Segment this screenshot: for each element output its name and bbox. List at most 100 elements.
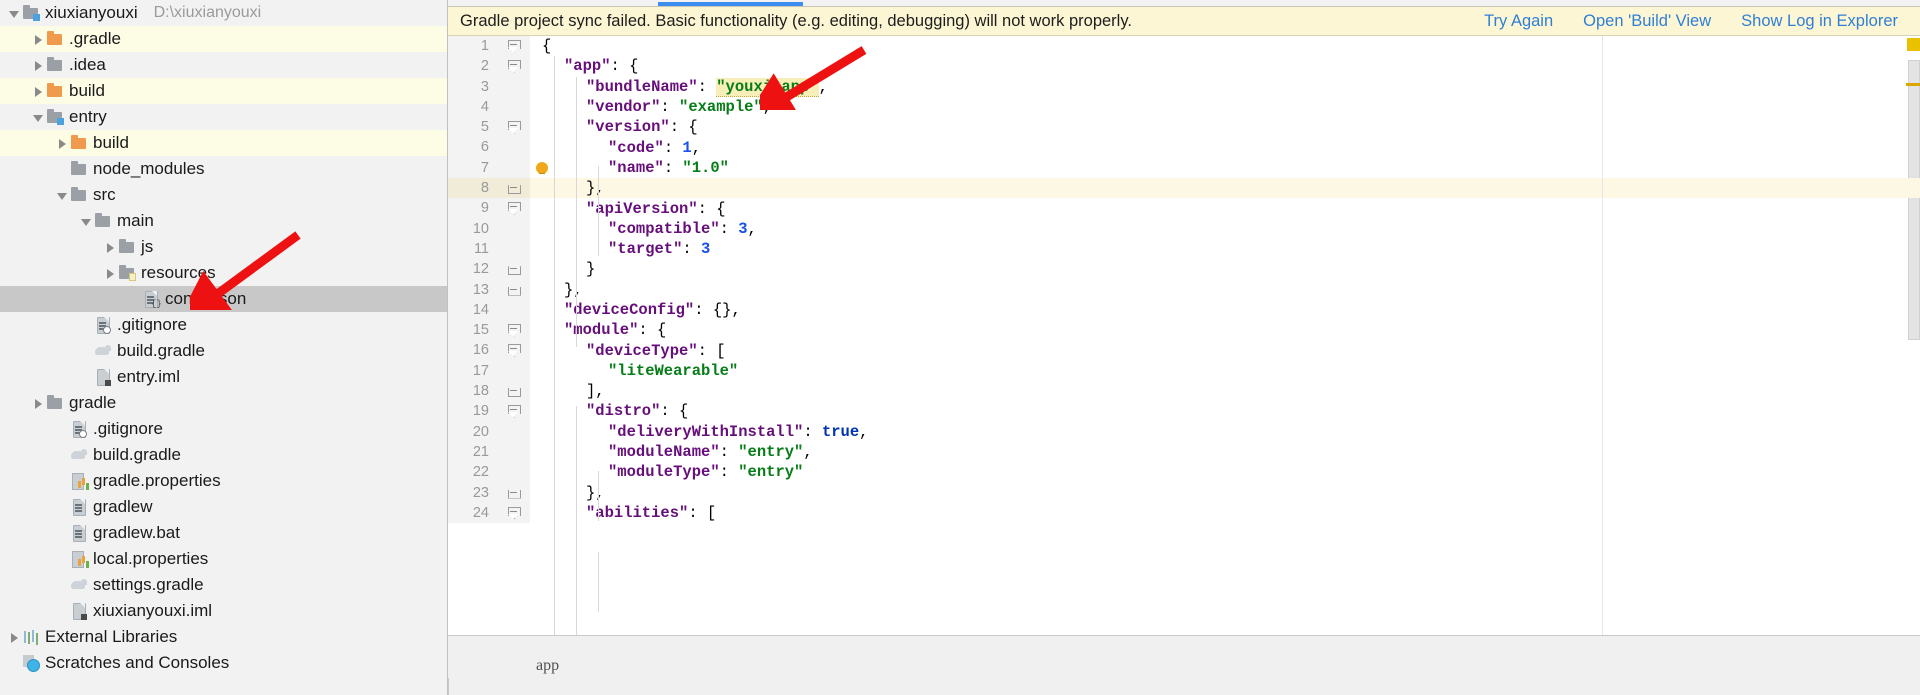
tree-item-node-modules[interactable]: node_modules xyxy=(0,156,447,182)
code-line[interactable]: 11 "target": 3 xyxy=(448,238,1602,260)
tree-expand-toggle[interactable] xyxy=(78,343,94,359)
code-line[interactable]: 9 "apiVersion": { xyxy=(448,198,1602,219)
fold-gutter[interactable] xyxy=(498,299,530,321)
code-line[interactable]: 13}, xyxy=(448,279,1602,300)
fold-gutter[interactable] xyxy=(498,502,530,524)
tree-item-build[interactable]: build xyxy=(0,78,447,104)
code-line[interactable]: 10 "compatible": 3, xyxy=(448,218,1602,239)
tree-item-settings-gradle[interactable]: settings.gradle xyxy=(0,572,447,598)
fold-gutter[interactable] xyxy=(498,279,530,300)
code-line[interactable]: 16 "deviceType": [ xyxy=(448,340,1602,361)
tree-item-local-properties[interactable]: local.properties xyxy=(0,546,447,572)
tree-expand-toggle[interactable] xyxy=(54,421,70,437)
tree-expand-toggle[interactable] xyxy=(30,31,46,47)
open-build-view-link[interactable]: Open 'Build' View xyxy=(1583,12,1711,31)
tree-expand-toggle[interactable] xyxy=(78,369,94,385)
tree-expand-toggle[interactable] xyxy=(54,187,70,203)
fold-gutter[interactable] xyxy=(498,137,530,158)
tree-item-gradle-properties[interactable]: gradle.properties xyxy=(0,468,447,494)
tree-item-xiuxianyouxi-iml[interactable]: xiuxianyouxi.iml xyxy=(0,598,447,624)
code-line[interactable]: 2 "app": { xyxy=(448,56,1602,77)
tree-item--gradle[interactable]: .gradle xyxy=(0,26,447,52)
code-line[interactable]: 21 "moduleName": "entry", xyxy=(448,441,1602,463)
project-tool-window[interactable]: xiuxianyouxi D:\xiuxianyouxi .gradle .idea b… xyxy=(0,0,448,695)
tree-expand-toggle[interactable] xyxy=(54,603,70,619)
code-line[interactable]: 5 "version": { xyxy=(448,117,1602,138)
tree-expand-toggle[interactable] xyxy=(54,135,70,151)
fold-close-icon[interactable] xyxy=(508,263,520,275)
tree-item-js[interactable]: js xyxy=(0,234,447,260)
fold-close-icon[interactable] xyxy=(508,284,520,296)
fold-gutter[interactable] xyxy=(498,401,530,422)
tree-expand-toggle[interactable] xyxy=(30,57,46,73)
tree-item-entry-iml[interactable]: entry.iml xyxy=(0,364,447,390)
fold-gutter[interactable] xyxy=(498,238,530,260)
fold-gutter[interactable] xyxy=(498,76,530,97)
tree-item-xiuxianyouxi[interactable]: xiuxianyouxi D:\xiuxianyouxi xyxy=(0,0,447,26)
code-line[interactable]: 22 "moduleType": "entry" xyxy=(448,462,1602,483)
tree-item-resources[interactable]: resources xyxy=(0,260,447,286)
fold-gutter[interactable] xyxy=(498,117,530,138)
code-line[interactable]: 18], xyxy=(448,381,1602,402)
tree-item-gradlew-bat[interactable]: gradlew.bat xyxy=(0,520,447,546)
breadcrumb-label[interactable]: app xyxy=(536,657,559,675)
tree-expand-toggle[interactable] xyxy=(30,109,46,125)
tree-item-src[interactable]: src xyxy=(0,182,447,208)
tree-item--idea[interactable]: .idea xyxy=(0,52,447,78)
warning-marker-icon[interactable] xyxy=(1907,38,1920,51)
fold-close-icon[interactable] xyxy=(508,182,520,194)
scrollbar-thumb[interactable] xyxy=(1908,60,1920,340)
fold-gutter[interactable] xyxy=(498,360,530,382)
tree-expand-toggle[interactable] xyxy=(102,239,118,255)
tree-expand-toggle[interactable] xyxy=(6,5,22,21)
fold-gutter[interactable] xyxy=(498,259,530,280)
fold-open-icon[interactable] xyxy=(508,121,521,134)
code-line[interactable]: 23}, xyxy=(448,482,1602,503)
tree-expand-toggle[interactable] xyxy=(78,213,94,229)
fold-gutter[interactable] xyxy=(498,441,530,463)
tree-expand-toggle[interactable] xyxy=(54,447,70,463)
tree-expand-toggle[interactable] xyxy=(54,473,70,489)
tree-item-build[interactable]: build xyxy=(0,130,447,156)
show-log-in-explorer-link[interactable]: Show Log in Explorer xyxy=(1741,12,1898,31)
fold-open-icon[interactable] xyxy=(508,202,521,215)
fold-gutter[interactable] xyxy=(498,320,530,341)
code-line[interactable]: 4 "vendor": "example", xyxy=(448,96,1602,118)
fold-gutter[interactable] xyxy=(498,218,530,239)
tree-item-build-gradle[interactable]: build.gradle xyxy=(0,442,447,468)
fold-close-icon[interactable] xyxy=(508,487,520,499)
code-editor[interactable]: 1{2 "app": {3 "bundleName": "youxi.app", 4 "… xyxy=(448,36,1602,635)
fold-open-icon[interactable] xyxy=(508,40,521,52)
tree-item-scratches-and-consoles[interactable]: Scratches and Consoles xyxy=(0,650,447,676)
tree-item--gitignore[interactable]: .gitignore xyxy=(0,416,447,442)
tree-expand-toggle[interactable] xyxy=(54,499,70,515)
fold-gutter[interactable] xyxy=(498,381,530,402)
code-line[interactable]: 7 "name": "1.0" xyxy=(448,157,1602,179)
code-line[interactable]: 17 "liteWearable" xyxy=(448,360,1602,382)
code-line[interactable]: 1{ xyxy=(448,36,1602,57)
intention-bulb-icon[interactable] xyxy=(536,161,549,175)
code-line[interactable]: 24 "abilities": [ xyxy=(448,502,1602,524)
code-line[interactable]: 8}, xyxy=(448,178,1602,199)
warning-stripe-marker[interactable] xyxy=(1906,83,1920,86)
tree-item-external-libraries[interactable]: External Libraries xyxy=(0,624,447,650)
code-line[interactable]: 3 "bundleName": "youxi.app", xyxy=(448,76,1602,97)
tree-expand-toggle[interactable] xyxy=(6,629,22,645)
code-line[interactable]: 19 "distro": { xyxy=(448,401,1602,422)
code-line[interactable]: 20 "deliveryWithInstall": true, xyxy=(448,421,1602,442)
fold-gutter[interactable] xyxy=(498,157,530,179)
fold-open-icon[interactable] xyxy=(508,405,521,418)
fold-open-icon[interactable] xyxy=(508,344,521,357)
tree-expand-toggle[interactable] xyxy=(30,83,46,99)
tree-expand-toggle[interactable] xyxy=(54,577,70,593)
tree-item-build-gradle[interactable]: build.gradle xyxy=(0,338,447,364)
fold-gutter[interactable] xyxy=(498,178,530,199)
tree-item-main[interactable]: main xyxy=(0,208,447,234)
tree-expand-toggle[interactable] xyxy=(30,395,46,411)
tree-expand-toggle[interactable] xyxy=(126,291,142,307)
editor-breadcrumb[interactable]: app xyxy=(448,635,1920,695)
try-again-link[interactable]: Try Again xyxy=(1484,12,1553,31)
code-line[interactable]: 12} xyxy=(448,259,1602,280)
tree-expand-toggle[interactable] xyxy=(78,317,94,333)
fold-open-icon[interactable] xyxy=(508,324,521,337)
